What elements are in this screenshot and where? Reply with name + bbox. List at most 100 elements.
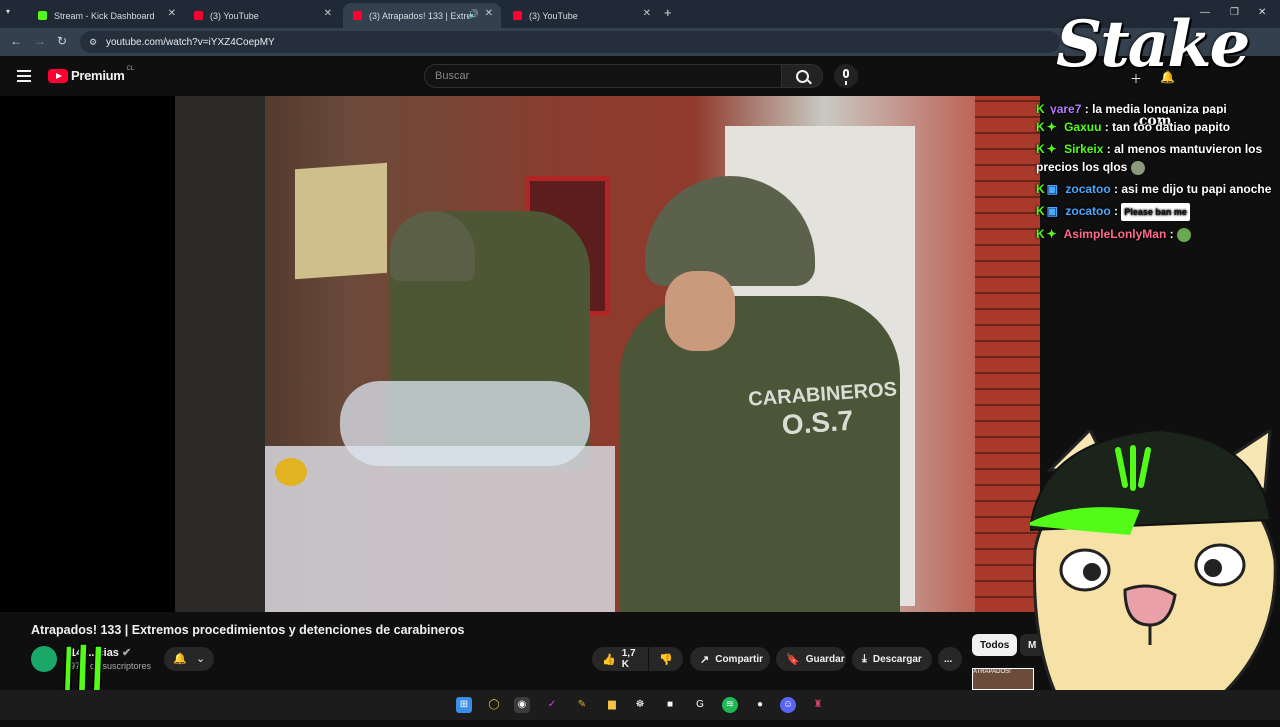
scene-poster xyxy=(295,162,387,280)
app-dark-icon[interactable]: ● xyxy=(752,697,768,713)
share-button[interactable]: ↗ Compartir xyxy=(690,647,770,671)
kick-badge-icon: K xyxy=(1036,120,1045,134)
audio-playing-icon[interactable]: 🔊 xyxy=(468,9,479,20)
chat-emote-icon xyxy=(1130,160,1145,175)
reload-icon[interactable]: ↻ xyxy=(57,34,67,48)
video-player[interactable]: CARABINEROS O.S.7 xyxy=(0,96,1040,612)
chat-text: : tan too datiao papito xyxy=(1104,120,1231,134)
tab-title: (3) Atrapados! 133 | Extrem xyxy=(369,10,469,21)
related-video-thumbnail[interactable]: ATRAPADOS! xyxy=(972,668,1034,690)
bell-icon: 🔔 xyxy=(173,653,187,665)
tab-search-chevron-icon[interactable]: ▾ xyxy=(6,7,18,19)
notification-bell-button[interactable]: 🔔 ⌄ xyxy=(164,647,214,671)
scene-table xyxy=(265,446,615,612)
sparkle-badge-icon: ✦ xyxy=(1046,227,1057,241)
tab-title: Stream - Kick Dashboard xyxy=(54,10,155,21)
logo-text: Premium xyxy=(71,68,125,83)
tab-kick-dashboard[interactable]: Stream - Kick Dashboard ✕ xyxy=(28,3,184,28)
kick-icon xyxy=(38,11,47,20)
forward-arrow-icon[interactable]: → xyxy=(34,34,46,48)
more-icon: ... xyxy=(944,653,953,665)
tab-youtube-1[interactable]: (3) YouTube ✕ xyxy=(184,3,340,28)
like-button[interactable]: 👍 1,7 K xyxy=(592,647,648,671)
close-tab-icon[interactable]: ✕ xyxy=(485,8,493,19)
chat-text: : la media longaniza papi xyxy=(1084,102,1227,114)
chat-user: yare7 xyxy=(1050,102,1082,114)
back-arrow-icon[interactable]: ← xyxy=(10,34,22,48)
youtube-icon xyxy=(194,11,203,20)
kick-badge-icon: K xyxy=(1036,142,1045,156)
app-red-icon[interactable]: ♜ xyxy=(810,697,826,713)
chat-message: K ✦ Sirkeix : al menos mantuvieron los pr… xyxy=(1036,140,1276,176)
close-tab-icon[interactable]: ✕ xyxy=(643,8,651,19)
chrome-icon[interactable]: ◉ xyxy=(514,697,530,713)
app-check-icon[interactable]: ✓ xyxy=(544,697,560,713)
like-count: 1,7 K xyxy=(621,648,636,670)
dislike-button[interactable]: 👎 xyxy=(649,647,683,671)
menu-hamburger-icon[interactable] xyxy=(17,70,31,85)
youtube-premium-logo[interactable]: Premium CL xyxy=(48,65,135,83)
download-icon: ⤓ xyxy=(862,652,867,665)
chat-text: : xyxy=(1169,227,1174,241)
save-button[interactable]: 🔖 Guardar xyxy=(776,647,846,671)
address-bar[interactable]: ⚙ youtube.com/watch?v=iYXZ4CoepMY xyxy=(80,31,1060,53)
more-actions-button[interactable]: ... xyxy=(938,647,962,671)
chat-user: zocatoo xyxy=(1065,182,1111,196)
scene-lemon xyxy=(275,458,307,486)
kick-badge-icon: K xyxy=(1036,102,1045,114)
stream-chat-overlay: K yare7 : la media longaniza papi K ✦ Gax… xyxy=(1036,102,1276,247)
region-code: CL xyxy=(126,65,135,72)
chevron-down-icon: ⌄ xyxy=(196,653,206,665)
new-tab-icon[interactable]: + xyxy=(664,5,672,20)
close-tab-icon[interactable]: ✕ xyxy=(168,8,176,19)
channel-avatar[interactable] xyxy=(31,646,57,672)
kick-badge-icon: K xyxy=(1036,182,1045,196)
stake-logo-text: Stake xyxy=(1056,7,1250,82)
chat-text: : asi me dijo tu papi anoche xyxy=(1114,182,1272,196)
scene-face xyxy=(665,271,735,351)
voice-search-button[interactable] xyxy=(834,64,858,88)
file-explorer-icon[interactable]: ▆ xyxy=(604,697,620,713)
tab-title: (3) YouTube xyxy=(529,10,578,21)
app-g-icon[interactable]: G xyxy=(692,697,708,713)
thumbs-up-icon: 👍 xyxy=(602,653,616,666)
stake-logo: Stake .com xyxy=(1056,7,1256,130)
search-button[interactable] xyxy=(781,64,823,88)
chat-message: K ▣ zocatoo : Please ban me xyxy=(1036,202,1276,221)
kick-badge-icon: K xyxy=(1036,227,1045,241)
tab-atrapados[interactable]: (3) Atrapados! 133 | Extrem 🔊 ✕ xyxy=(343,3,501,28)
thumbnail-text: ATRAPADOS! xyxy=(973,669,1011,675)
close-tab-icon[interactable]: ✕ xyxy=(324,8,332,19)
share-icon: ↗ xyxy=(700,653,710,666)
windows-start-icon[interactable]: ⊞ xyxy=(456,697,472,713)
thumbs-down-icon: 👎 xyxy=(659,653,673,666)
steam-icon[interactable]: ☸ xyxy=(632,697,648,713)
close-window-icon[interactable]: ✕ xyxy=(1258,7,1266,18)
app-camera-icon[interactable]: ■ xyxy=(662,697,678,713)
app-pen-icon[interactable]: ✎ xyxy=(574,697,590,713)
chat-text: : xyxy=(1114,204,1119,218)
youtube-play-icon xyxy=(48,68,68,83)
chat-emote-icon xyxy=(1177,227,1191,242)
windows-taskbar: ⊞ ◯ ◉ ✓ ✎ ▆ ☸ ■ G ≋ ● ☺ ♜ xyxy=(0,690,1280,720)
youtube-icon xyxy=(353,11,362,20)
sparkle-badge-icon: ✦ xyxy=(1046,142,1057,156)
app-ring-icon[interactable]: ◯ xyxy=(486,697,502,713)
spotify-icon[interactable]: ≋ xyxy=(722,697,738,713)
subscriber-badge-icon: ▣ xyxy=(1046,204,1059,218)
filter-chip-todos[interactable]: Todos xyxy=(972,634,1018,656)
sparkle-badge-icon: ✦ xyxy=(1046,120,1057,134)
chat-user: zocatoo xyxy=(1065,204,1111,218)
site-info-icon[interactable]: ⚙ xyxy=(86,37,100,48)
kick-badge-icon: K xyxy=(1036,204,1045,218)
youtube-icon xyxy=(513,11,522,20)
chat-message: K yare7 : la media longaniza papi xyxy=(1036,100,1276,114)
chat-emote-text: Please ban me xyxy=(1121,203,1190,221)
tab-youtube-2[interactable]: (3) YouTube ✕ xyxy=(503,3,659,28)
streamer-cat-avatar xyxy=(1025,427,1280,722)
scene-plastic-bag xyxy=(340,381,590,466)
download-button[interactable]: ⤓ Descargar xyxy=(852,647,932,671)
discord-icon[interactable]: ☺ xyxy=(780,697,796,713)
search-input[interactable]: Buscar xyxy=(424,64,782,88)
bookmark-icon: 🔖 xyxy=(786,653,800,666)
